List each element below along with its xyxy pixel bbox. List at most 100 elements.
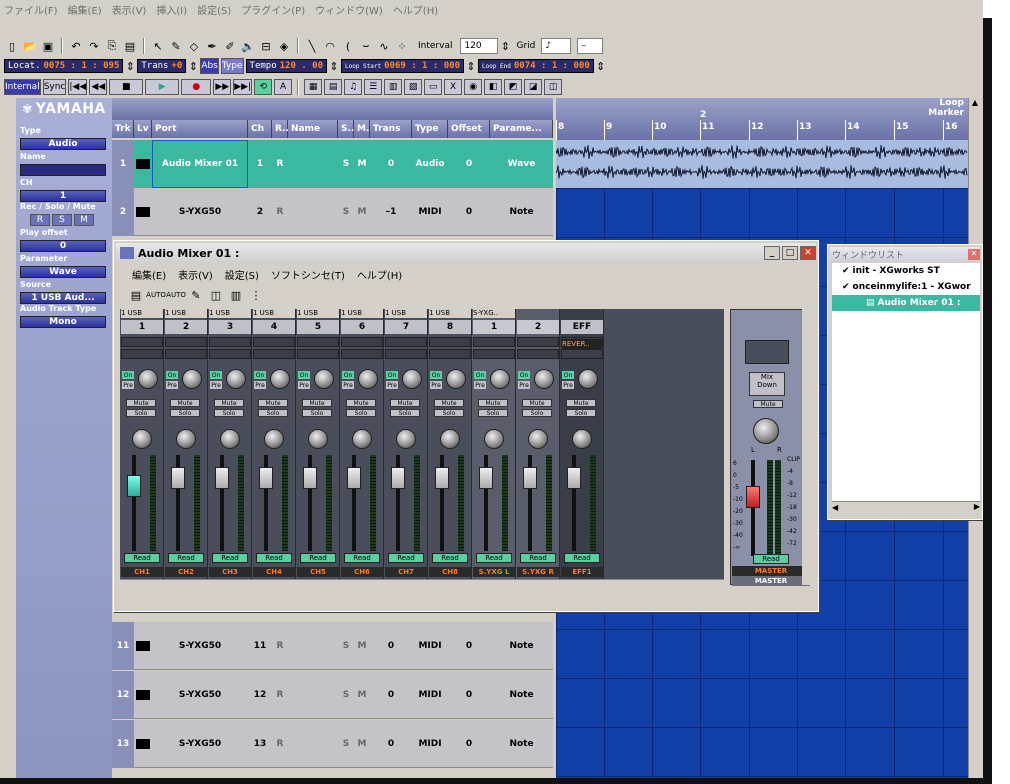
mixer-menu-item[interactable]: 編集(E) xyxy=(132,267,166,282)
send-knob[interactable] xyxy=(446,369,466,389)
rewind-start-icon[interactable]: |◀◀ xyxy=(68,79,88,95)
view-piano-roll-icon[interactable]: ▤ xyxy=(324,79,343,95)
track-trk[interactable]: 1 xyxy=(112,140,134,188)
read-button[interactable]: Read xyxy=(124,553,160,563)
master-mute-button[interactable]: Mute xyxy=(753,400,783,408)
undo-icon[interactable]: ↶ xyxy=(68,38,84,54)
track-port[interactable]: S-YXG50 xyxy=(152,671,248,719)
loop-end-display[interactable]: Loop End 0074 : 1 : 000 xyxy=(477,59,594,73)
draw-tool-icon[interactable]: ✒ xyxy=(204,38,220,54)
rec-button[interactable]: R xyxy=(30,214,50,226)
play-icon[interactable]: ▶ xyxy=(145,79,180,95)
view-plugin-icon[interactable]: ◪ xyxy=(524,79,543,95)
redo-icon[interactable]: ↷ xyxy=(86,38,102,54)
scroll-left-icon[interactable]: ◀ xyxy=(832,503,838,512)
level-meter[interactable] xyxy=(134,622,152,670)
solo-button[interactable]: Solo xyxy=(566,409,596,417)
column-header[interactable]: Trk xyxy=(112,120,134,138)
pan-knob[interactable] xyxy=(484,429,504,449)
solo-button[interactable]: Solo xyxy=(346,409,376,417)
read-button[interactable]: Read xyxy=(476,553,512,563)
column-header[interactable]: Port xyxy=(152,120,248,138)
insert-slot[interactable] xyxy=(209,337,251,347)
track-port[interactable]: Audio Mixer 01 xyxy=(152,140,248,188)
track-s[interactable]: S xyxy=(338,720,354,768)
mixer-menu-item[interactable]: ソフトシンセ(T) xyxy=(271,267,345,282)
track-s[interactable]: S xyxy=(338,622,354,670)
on-button[interactable]: On xyxy=(474,371,486,379)
read-button[interactable]: Read xyxy=(564,553,600,563)
track-m[interactable]: M xyxy=(354,188,370,236)
reverb-select[interactable]: REVER.. xyxy=(562,339,602,349)
track-r[interactable]: R xyxy=(272,622,288,670)
column-header[interactable]: S.. xyxy=(338,120,354,138)
view-extra-icon[interactable]: ◫ xyxy=(544,79,563,95)
track-ch[interactable]: 13 xyxy=(248,720,272,768)
mute-button[interactable]: Mute xyxy=(566,399,596,407)
track-m[interactable]: M xyxy=(354,720,370,768)
audio-track-type-select[interactable]: Mono xyxy=(20,316,106,328)
track-trans[interactable]: 0 xyxy=(370,622,412,670)
scroll-up-icon[interactable]: ▲ xyxy=(969,98,981,110)
on-button[interactable]: On xyxy=(122,371,134,379)
menu-item[interactable]: 編集(E) xyxy=(68,2,102,17)
mute-button[interactable]: Mute xyxy=(214,399,244,407)
pre-button[interactable]: Pre xyxy=(518,381,530,389)
menu-item[interactable]: プラグイン(P) xyxy=(241,2,305,17)
solo-button[interactable]: Solo xyxy=(478,409,508,417)
loop-start-display[interactable]: Loop Start 0069 : 1 : 000 xyxy=(341,59,464,73)
pencil-icon[interactable]: ✎ xyxy=(188,287,204,303)
track-param[interactable]: Note xyxy=(490,622,553,670)
pre-button[interactable]: Pre xyxy=(386,381,398,389)
track-s[interactable]: S xyxy=(338,140,354,188)
track-trans[interactable]: 0 xyxy=(370,671,412,719)
send-knob[interactable] xyxy=(534,369,554,389)
channel-fader[interactable] xyxy=(435,467,449,489)
view-event-list-icon[interactable]: ☰ xyxy=(364,79,383,95)
on-button[interactable]: On xyxy=(430,371,442,379)
solo-button[interactable]: Solo xyxy=(214,409,244,417)
insert-slot[interactable] xyxy=(165,349,207,359)
maximize-icon[interactable]: □ xyxy=(782,246,798,260)
window-list-close-icon[interactable]: ✕ xyxy=(968,248,980,260)
column-header[interactable]: M.. xyxy=(354,120,373,138)
channel-fader[interactable] xyxy=(259,467,273,489)
track-m[interactable]: M xyxy=(354,671,370,719)
menu-item[interactable]: ウィンドウ(W) xyxy=(315,2,383,17)
pre-button[interactable]: Pre xyxy=(474,381,486,389)
mute-button[interactable]: Mute xyxy=(522,399,552,407)
insert-slot[interactable] xyxy=(429,349,471,359)
track-m[interactable]: M xyxy=(354,622,370,670)
read-button[interactable]: Read xyxy=(300,553,336,563)
column-header[interactable]: Parame... xyxy=(490,120,553,138)
audio-clip[interactable] xyxy=(555,140,968,188)
level-meter[interactable] xyxy=(134,188,152,236)
track-name[interactable] xyxy=(288,140,338,188)
track-trans[interactable]: 0 xyxy=(370,720,412,768)
track-type[interactable]: Audio xyxy=(412,140,448,188)
view-wave-icon[interactable]: ◩ xyxy=(504,79,523,95)
solo-button[interactable]: S xyxy=(52,214,72,226)
menu-item[interactable]: ヘルプ(H) xyxy=(393,2,438,17)
track-param[interactable]: Note xyxy=(490,188,553,236)
pan-knob[interactable] xyxy=(572,429,592,449)
pre-button[interactable]: Pre xyxy=(342,381,354,389)
tempo-display[interactable]: Tempo 120 . 00 xyxy=(245,59,327,73)
auto1-icon[interactable]: AUTO xyxy=(146,287,166,303)
type-toggle[interactable]: Type xyxy=(220,58,244,74)
name-field[interactable] xyxy=(20,164,106,176)
read-button[interactable]: Read xyxy=(520,553,556,563)
loop-start-spin-icon[interactable]: ⇕ xyxy=(466,58,476,74)
solo-button[interactable]: Solo xyxy=(258,409,288,417)
stop-icon[interactable]: ■ xyxy=(109,79,144,95)
view-style-icon[interactable]: ▧ xyxy=(404,79,423,95)
track-type[interactable]: MIDI xyxy=(412,720,448,768)
pan-knob[interactable] xyxy=(528,429,548,449)
track-ch[interactable]: 2 xyxy=(248,188,272,236)
mixer-menu-item[interactable]: 設定(S) xyxy=(225,267,259,282)
channel-fader[interactable] xyxy=(171,467,185,489)
brush-tool-icon[interactable]: ✐ xyxy=(222,38,238,54)
track-trk[interactable]: 2 xyxy=(112,188,134,236)
insert-slot[interactable] xyxy=(297,349,339,359)
speaker-icon[interactable]: 🔈 xyxy=(240,38,256,54)
